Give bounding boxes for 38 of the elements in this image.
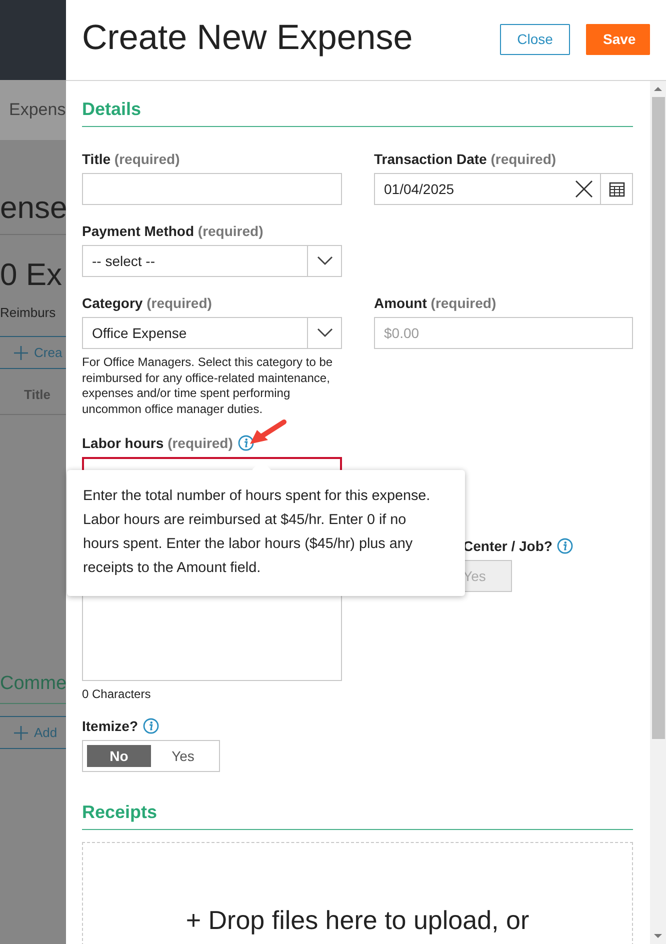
page-tab[interactable]: Expens [9,100,66,120]
field-label: Category (required) [82,294,212,312]
calendar-icon [608,182,624,196]
amount-field[interactable]: $0.00 [374,317,633,349]
payment-method-select[interactable]: -- select -- [82,245,342,277]
dropzone-text: + Drop files here to upload, or [186,905,530,935]
title-field[interactable] [82,173,342,205]
close-button[interactable]: Close [500,24,570,54]
field-label: Transaction Date (required) [374,150,556,168]
clear-icon[interactable] [575,180,593,198]
drawer-title: Create New Expense [82,18,414,58]
tooltip-text: Enter the total number of hours spent for this expense. Labor hours are reimbursed at $45/hr. Enter 0 if no hours spent. Enter the labor hours ($45/hr) plus any receipts to the Amount field. [83,487,432,578]
section-heading: Receipts [82,784,633,830]
scrollbar-thumb[interactable] [652,97,664,739]
expense-count: 0 Ex [0,257,64,293]
field-label: Center / Job? [463,537,552,555]
field-label: Amount (required) [374,294,496,312]
info-icon[interactable] [238,435,254,451]
field-label: Itemize? [82,717,138,735]
file-dropzone[interactable]: + Drop files here to upload, or [82,842,633,944]
date-value: 01/04/2025 [383,181,456,197]
info-icon[interactable] [557,538,574,554]
toggle-option[interactable]: Yes [151,745,215,767]
page-subtitle: Reimburs [0,305,57,320]
date-field[interactable]: 01/04/2025 [374,173,633,205]
category-help-text: For Office Managers. Select this category to be reimbursed for any office-related maintenance, expenses and/or time spent performing uncommon office manager duties. [82,355,334,417]
info-icon[interactable] [143,718,160,734]
field-label: Payment Method (required) [82,222,264,240]
scrollbar[interactable] [650,81,666,944]
section-heading: Details [82,81,633,127]
toggle-option[interactable]: No [87,745,151,767]
category-select[interactable]: Office Expense [82,317,342,349]
field-label: Title (required) [82,150,180,168]
plus-icon [14,726,28,740]
toggle-switch[interactable]: No Yes [82,740,220,772]
field-label: Labor hours (required) [82,434,233,452]
character-count: 0 Characters [82,687,152,701]
plus-icon [14,346,28,360]
